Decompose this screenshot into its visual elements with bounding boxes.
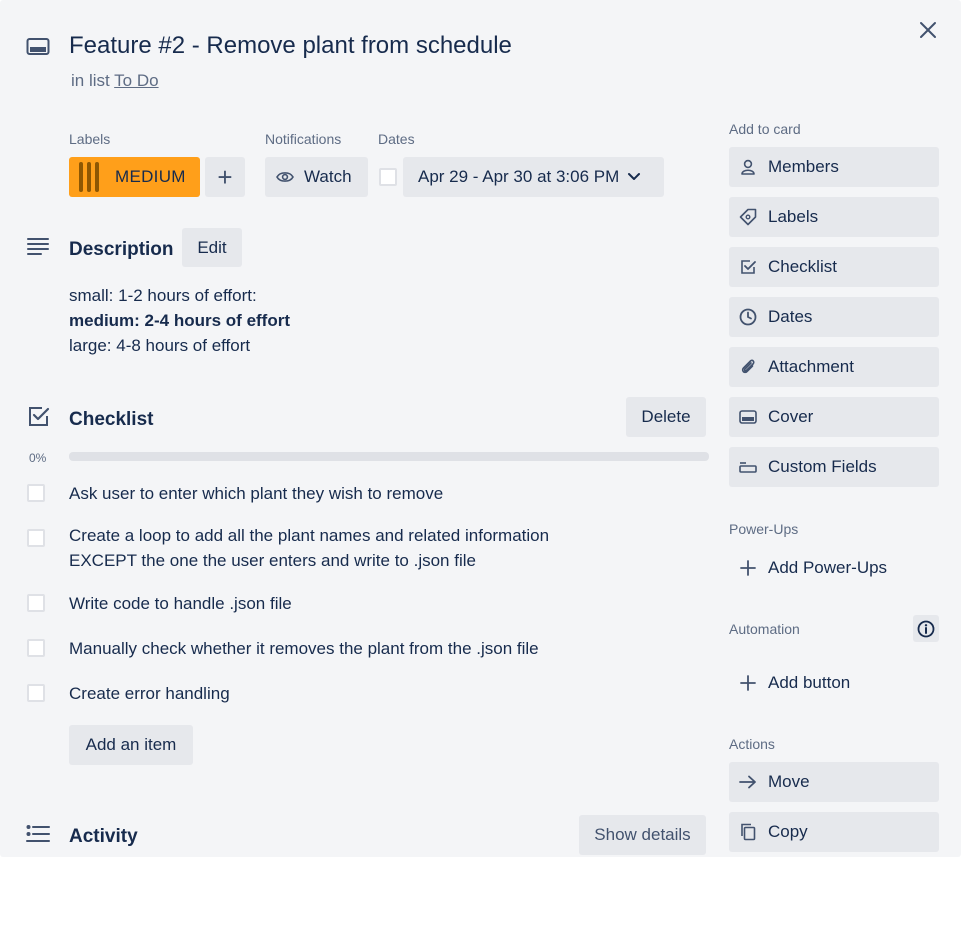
label-medium[interactable]: MEDIUM bbox=[69, 157, 200, 197]
delete-checklist-button[interactable]: Delete bbox=[626, 397, 706, 437]
move-label: Move bbox=[768, 772, 810, 791]
in-list-prefix: in list bbox=[71, 71, 110, 90]
description-line: large: 4-8 hours of effort bbox=[69, 336, 251, 355]
card-icon bbox=[26, 37, 50, 57]
members-label: Members bbox=[768, 157, 839, 176]
checklist-item-line: Create a loop to add all the plant names… bbox=[69, 526, 550, 545]
checklist-icon bbox=[28, 406, 50, 428]
dates-button[interactable]: Apr 29 - Apr 30 at 3:06 PM bbox=[403, 157, 664, 197]
checklist-item-text[interactable]: Write code to handle .json file bbox=[69, 591, 292, 616]
attachment-button[interactable]: Attachment bbox=[729, 347, 939, 387]
activity-heading: Activity bbox=[69, 826, 138, 847]
description-line: small: 1-2 hours of effort: bbox=[69, 286, 257, 305]
label-text: MEDIUM bbox=[115, 167, 186, 186]
description-icon bbox=[27, 237, 49, 255]
edit-description-button[interactable]: Edit bbox=[182, 228, 242, 267]
labels-button[interactable]: Labels bbox=[729, 197, 939, 237]
plus-icon: + bbox=[217, 161, 233, 192]
list-breadcrumb: in list To Do bbox=[71, 71, 159, 91]
label-pattern-icon bbox=[79, 162, 99, 192]
checklist-icon bbox=[738, 257, 758, 277]
checklist-item-line: EXCEPT the one the user enters and write… bbox=[69, 551, 476, 570]
delete-label: Delete bbox=[641, 407, 691, 426]
add-to-card-heading: Add to card bbox=[729, 121, 801, 137]
dates-heading: Dates bbox=[378, 131, 415, 147]
plus-icon bbox=[738, 673, 758, 693]
dates-value: Apr 29 - Apr 30 at 3:06 PM bbox=[418, 167, 620, 186]
eye-icon bbox=[276, 170, 294, 184]
edit-label: Edit bbox=[197, 237, 227, 257]
card-detail-modal: Feature #2 - Remove plant from schedule … bbox=[0, 0, 961, 857]
copy-label: Copy bbox=[768, 822, 808, 841]
labels-heading: Labels bbox=[69, 131, 111, 147]
due-date-checkbox[interactable] bbox=[379, 168, 397, 186]
watch-button[interactable]: Watch bbox=[265, 157, 368, 197]
cover-button[interactable]: Cover bbox=[729, 397, 939, 437]
chevron-down-icon bbox=[627, 172, 641, 182]
copy-icon bbox=[738, 822, 758, 842]
notifications-heading: Notifications bbox=[265, 131, 342, 147]
add-powerups-button[interactable]: Add Power-Ups bbox=[729, 548, 939, 588]
checklist-item-checkbox[interactable] bbox=[27, 529, 45, 547]
attachment-label: Attachment bbox=[768, 357, 854, 376]
add-button-label: Add button bbox=[768, 673, 851, 692]
custom-fields-button[interactable]: Custom Fields bbox=[729, 447, 939, 487]
checklist-item-checkbox[interactable] bbox=[27, 484, 45, 502]
checklist-heading[interactable]: Checklist bbox=[69, 409, 153, 431]
add-button-button[interactable]: Add button bbox=[729, 663, 939, 703]
description-line: medium: 2-4 hours of effort bbox=[69, 311, 291, 330]
dates-sidebar-button[interactable]: Dates bbox=[729, 297, 939, 337]
checklist-item-checkbox[interactable] bbox=[27, 639, 45, 657]
checklist-item-checkbox[interactable] bbox=[27, 684, 45, 702]
list-link[interactable]: To Do bbox=[114, 71, 158, 90]
labels-label: Labels bbox=[768, 207, 819, 226]
add-item-label: Add an item bbox=[85, 735, 177, 754]
show-details-label: Show details bbox=[594, 825, 691, 844]
actions-heading: Actions bbox=[729, 736, 775, 752]
automation-info-button[interactable] bbox=[913, 615, 939, 642]
checklist-item-text[interactable]: Create a loop to add all the plant names… bbox=[69, 523, 549, 573]
activity-icon bbox=[26, 825, 50, 843]
custom-fields-label: Custom Fields bbox=[768, 457, 877, 476]
checklist-item-text[interactable]: Create error handling bbox=[69, 681, 230, 706]
checklist-label: Checklist bbox=[768, 257, 837, 276]
add-checklist-item-button[interactable]: Add an item bbox=[69, 725, 193, 765]
checklist-item-checkbox[interactable] bbox=[27, 594, 45, 612]
checklist-item-text[interactable]: Manually check whether it removes the pl… bbox=[69, 636, 539, 661]
tag-icon bbox=[738, 207, 758, 227]
description-heading: Description bbox=[69, 239, 174, 260]
cover-label: Cover bbox=[768, 407, 814, 426]
checklist-progress-bar bbox=[69, 452, 709, 461]
show-details-button[interactable]: Show details bbox=[579, 815, 706, 855]
copy-button[interactable]: Copy bbox=[729, 812, 939, 852]
card-title[interactable]: Feature #2 - Remove plant from schedule bbox=[69, 32, 512, 60]
plus-icon bbox=[738, 558, 758, 578]
close-icon bbox=[919, 21, 937, 39]
custom-fields-icon bbox=[738, 457, 758, 477]
checklist-progress-percent: 0% bbox=[29, 451, 47, 465]
dates-label: Dates bbox=[768, 307, 813, 326]
add-powerups-label: Add Power-Ups bbox=[768, 558, 888, 577]
clock-icon bbox=[738, 307, 758, 327]
person-icon bbox=[738, 157, 758, 177]
watch-label: Watch bbox=[304, 167, 352, 186]
checklist-item-text[interactable]: Ask user to enter which plant they wish … bbox=[69, 481, 443, 506]
info-icon bbox=[917, 620, 935, 638]
move-button[interactable]: Move bbox=[729, 762, 939, 802]
cover-icon bbox=[738, 407, 758, 427]
description-body[interactable]: small: 1-2 hours of effort: medium: 2-4 … bbox=[69, 283, 290, 358]
arrow-right-icon bbox=[738, 772, 758, 792]
paperclip-icon bbox=[738, 357, 758, 377]
automation-heading: Automation bbox=[729, 621, 800, 637]
powerups-heading: Power-Ups bbox=[729, 521, 799, 537]
members-button[interactable]: Members bbox=[729, 147, 939, 187]
checklist-button[interactable]: Checklist bbox=[729, 247, 939, 287]
close-button[interactable] bbox=[912, 14, 944, 46]
add-label-button[interactable]: + bbox=[205, 157, 245, 197]
